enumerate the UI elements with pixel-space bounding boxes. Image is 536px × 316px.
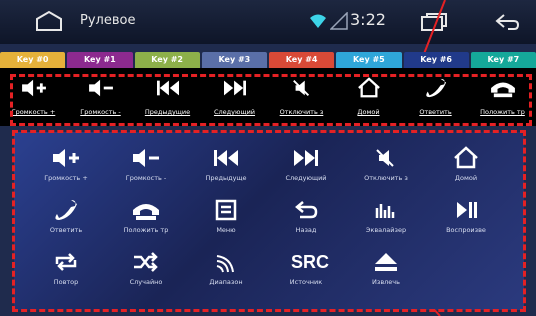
volume-down-icon — [88, 79, 113, 97]
signal-icon — [330, 12, 348, 30]
wifi-icon — [310, 14, 326, 28]
key-assignment-label: Громкость + — [11, 108, 56, 116]
function-shuffle[interactable]: Случайно — [106, 246, 186, 294]
key-assignment-hang-up[interactable]: Положить тр — [469, 68, 536, 126]
function-home[interactable]: Домой — [426, 142, 506, 190]
key-assignment-label: Положить тр — [480, 108, 525, 116]
function-label: Положить тр — [123, 226, 169, 234]
key-tab[interactable]: Key #5 — [336, 52, 402, 68]
function-repeat[interactable]: Повтор — [26, 246, 106, 294]
key-assignment-label: Отключить з — [279, 108, 324, 116]
source-icon: SRC — [291, 252, 330, 272]
function-label: Отключить з — [364, 174, 408, 182]
function-back[interactable]: Назад — [266, 194, 346, 242]
previous-track-icon — [156, 80, 179, 96]
key-assignment-next-track[interactable]: Следующий — [201, 68, 268, 126]
key-assignment-label: Предыдущие — [144, 108, 191, 116]
back-icon — [295, 201, 318, 219]
key-assignment-previous-track[interactable]: Предыдущие — [134, 68, 201, 126]
function-previous-track[interactable]: Предыдуще — [186, 142, 266, 190]
mute-icon — [376, 149, 394, 167]
key-assignment-label: Домой — [357, 108, 380, 116]
key-assignment-answer-call[interactable]: Ответить — [402, 68, 469, 126]
key-assignment-volume-down[interactable]: Громкость - — [67, 68, 134, 126]
function-volume-up[interactable]: Громкость + — [26, 142, 106, 190]
function-hang-up[interactable]: Положить тр — [106, 194, 186, 242]
function-label: Громкость + — [44, 174, 88, 182]
answer-call-icon — [425, 78, 446, 98]
hang-up-icon — [133, 204, 159, 220]
volume-up-icon — [21, 79, 46, 97]
menu-icon — [215, 199, 237, 221]
function-label: Источник — [289, 278, 323, 286]
key-assignment-label: Следующий — [213, 108, 256, 116]
key-tab[interactable]: Key #6 — [403, 52, 469, 68]
home-icon — [454, 146, 478, 169]
home-icon — [357, 77, 380, 98]
function-label: Следующий — [285, 174, 327, 182]
volume-down-icon — [133, 149, 159, 167]
function-eject[interactable]: Извлечь — [346, 246, 426, 294]
key-tab[interactable]: Key #4 — [269, 52, 335, 68]
function-play-pause[interactable]: Воспроизве — [426, 194, 506, 242]
function-source[interactable]: SRC Источник — [266, 246, 346, 294]
eject-icon — [375, 253, 397, 271]
function-label: Воспроизве — [446, 226, 486, 234]
key-assignment-label: Ответить — [419, 108, 452, 116]
back-icon[interactable] — [494, 12, 520, 32]
function-label: Назад — [295, 226, 317, 234]
answer-call-icon — [55, 200, 77, 220]
key-tab[interactable]: Key #7 — [470, 52, 536, 68]
key-assignment-home[interactable]: Домой — [335, 68, 402, 126]
function-label: Ответить — [49, 226, 83, 234]
key-assignment-label: Громкость - — [80, 108, 121, 116]
volume-up-icon — [53, 149, 79, 167]
function-label: Меню — [216, 226, 236, 234]
key-tab[interactable]: Key #2 — [134, 52, 200, 68]
function-label: Домой — [454, 174, 478, 182]
function-equalizer[interactable]: Эквалайзер — [346, 194, 426, 242]
function-label: Извлечь — [372, 278, 400, 286]
home-icon[interactable] — [34, 10, 64, 32]
radio-band-icon — [216, 255, 234, 273]
hang-up-icon — [490, 82, 515, 98]
function-label: Предыдуще — [205, 174, 247, 182]
key-assignment-volume-up[interactable]: Громкость + — [0, 68, 67, 126]
mute-icon — [292, 80, 309, 96]
key-tab-strip: Key #0 Key #1 Key #2 Key #3 Key #4 Key #5 Key … — [0, 52, 536, 68]
function-grid-panel: Громкость + Громкость - Предыдуще Следующий… — [14, 132, 524, 310]
function-answer-call[interactable]: Ответить — [26, 194, 106, 242]
play-pause-icon — [457, 202, 477, 218]
key-tab[interactable]: Key #3 — [201, 52, 267, 68]
function-menu[interactable]: Меню — [186, 194, 266, 242]
key-assignment-mute[interactable]: Отключить з — [268, 68, 335, 126]
function-mute[interactable]: Отключить з — [346, 142, 426, 190]
function-radio-band[interactable]: Диапазон — [186, 246, 266, 294]
function-label: Эквалайзер — [365, 226, 407, 234]
status-bar: Рулевое 3:22 — [0, 0, 536, 44]
page-title: Рулевое — [80, 13, 136, 28]
key-tab[interactable]: Key #1 — [67, 52, 133, 68]
function-label: Повтор — [53, 278, 79, 286]
previous-track-icon — [214, 150, 238, 166]
next-track-icon — [294, 150, 318, 166]
repeat-icon — [55, 253, 77, 271]
key-assignment-row: Громкость + Громкость - Предыдущие Следующи… — [0, 68, 536, 126]
shuffle-icon — [134, 252, 158, 272]
equalizer-icon — [375, 204, 395, 218]
next-track-icon — [223, 80, 246, 96]
key-tab[interactable]: Key #0 — [0, 52, 66, 68]
function-volume-down[interactable]: Громкость - — [106, 142, 186, 190]
function-label: Диапазон — [209, 278, 243, 286]
function-label: Случайно — [129, 278, 163, 286]
function-label: Громкость - — [125, 174, 167, 182]
function-next-track[interactable]: Следующий — [266, 142, 346, 190]
clock: 3:22 — [350, 10, 386, 29]
